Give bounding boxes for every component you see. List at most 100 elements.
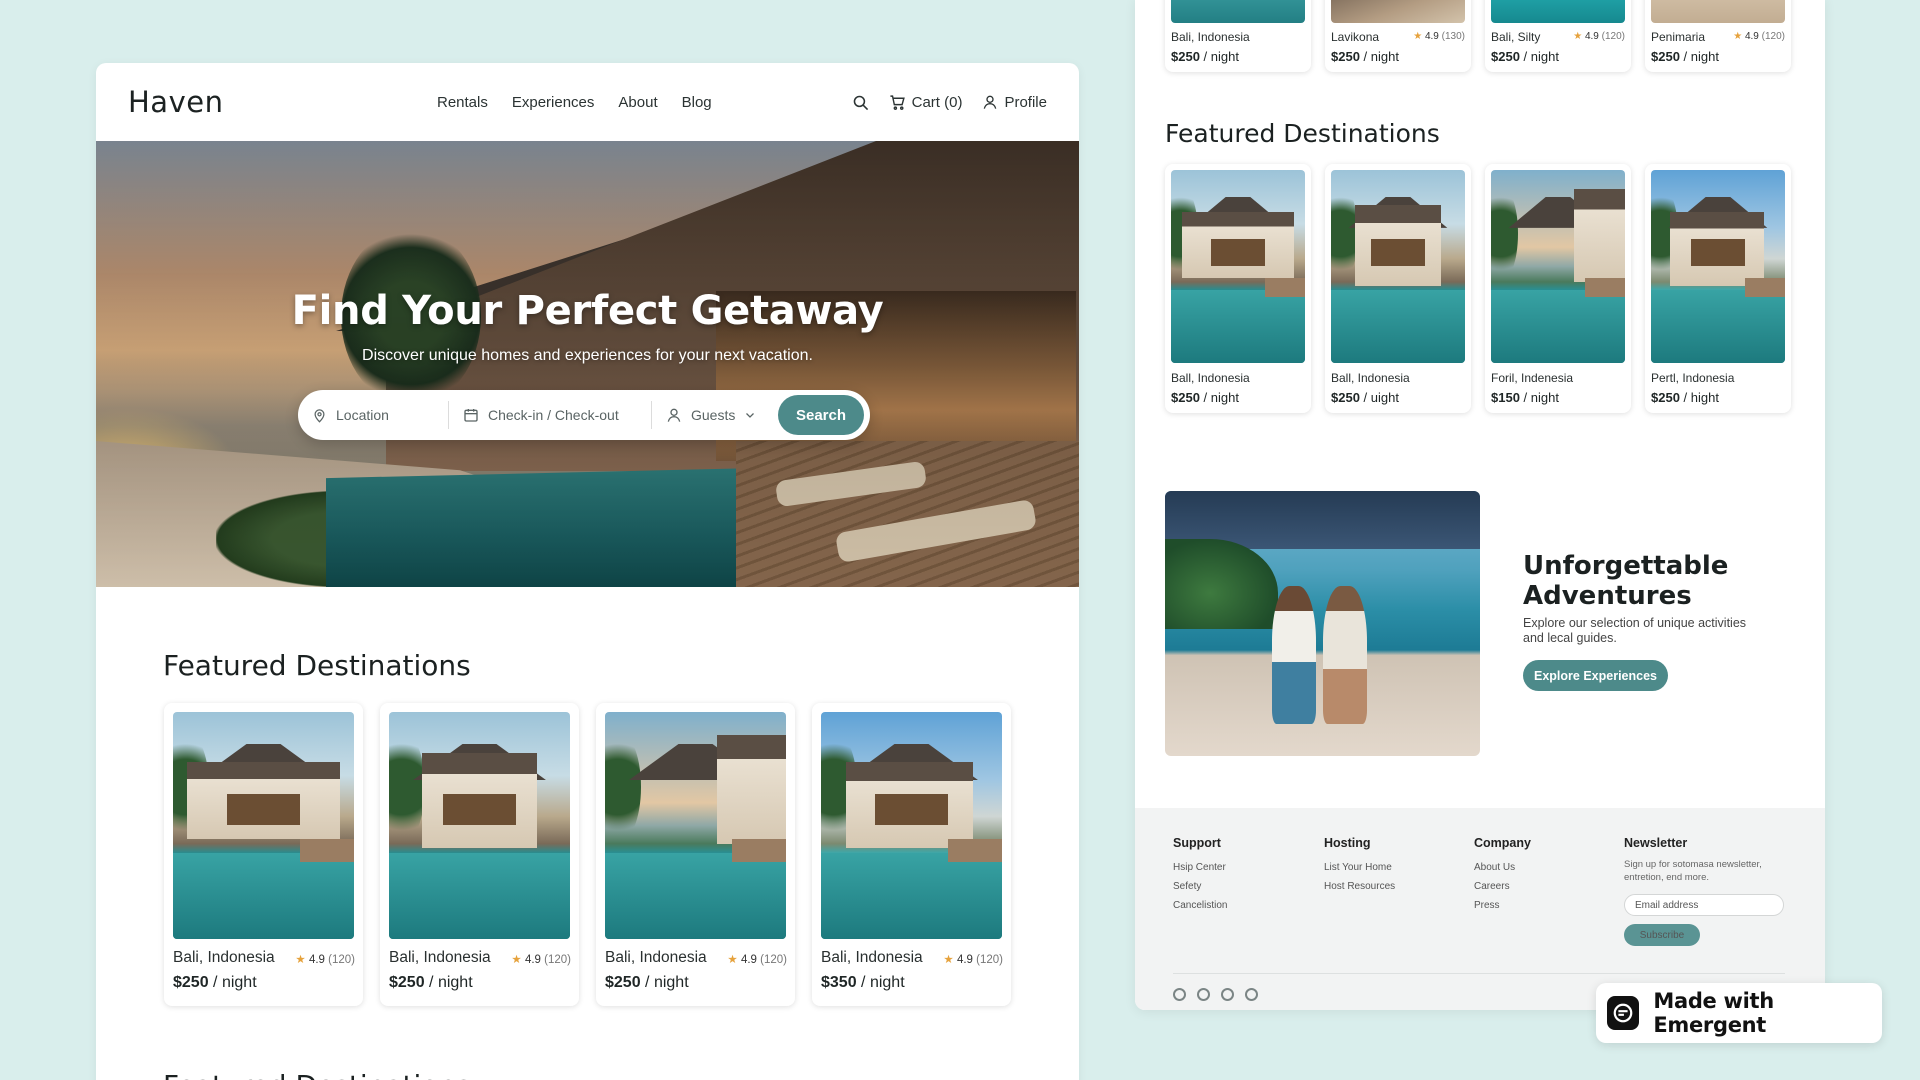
profile-label: Profile <box>1004 93 1047 111</box>
search-submit-button[interactable]: Search <box>778 395 864 435</box>
newsletter-email-input[interactable]: Email address <box>1624 894 1784 916</box>
destination-card[interactable]: Bali, Silty ★ 4.9 (120) $250 / night <box>1485 0 1631 72</box>
badge-label: Made with Emergent <box>1653 989 1774 1037</box>
footer-heading: Hosting <box>1324 836 1371 850</box>
destination-location: Bali, Indonesia <box>821 949 923 966</box>
nav-link-rentals[interactable]: Rentals <box>437 94 488 111</box>
cart-button[interactable]: Cart (0) <box>889 93 963 111</box>
made-with-emergent-badge[interactable]: Made with Emergent <box>1596 983 1882 1043</box>
location-field[interactable]: Location <box>298 400 448 430</box>
footer-link[interactable]: Hsip Center <box>1173 858 1227 877</box>
footer-link[interactable]: List Your Home <box>1324 858 1395 877</box>
rating-count: (120) <box>328 954 355 966</box>
destination-card[interactable]: Bali, Indonesia ★ 4.9 (120) $250 / night <box>164 703 363 1006</box>
destination-image <box>1331 0 1465 23</box>
destination-image <box>1171 0 1305 23</box>
price-unit: / night <box>213 974 257 991</box>
price-value: $350 <box>821 974 857 991</box>
destination-rating: ★ 4.9 (120) <box>1573 31 1625 42</box>
star-icon: ★ <box>511 954 522 966</box>
footer-link[interactable]: Cancelistion <box>1173 896 1227 915</box>
explore-experiences-button[interactable]: Explore Experiences <box>1523 660 1668 691</box>
price-value: $250 <box>1171 390 1200 405</box>
rating-value: 4.9 <box>956 954 973 966</box>
nav-actions: Cart (0) Profile <box>852 63 1047 141</box>
search-button[interactable] <box>852 94 869 111</box>
rating-value: 4.9 <box>308 954 325 966</box>
footer-link[interactable]: Careers <box>1474 877 1531 896</box>
destination-image <box>1651 0 1785 23</box>
dates-field[interactable]: Check-in / Check-out <box>449 400 651 430</box>
destination-location: Bali, Indonesia <box>389 949 491 966</box>
star-icon: ★ <box>727 954 738 966</box>
price-value: $250 <box>1651 49 1680 64</box>
search-bar: Location Check-in / Check-out Guests Sea… <box>298 390 870 440</box>
destination-rating: ★ 4.9 (120) <box>727 952 787 966</box>
rating-value: 4.9 <box>1424 31 1439 42</box>
destination-location: Bali, Silty <box>1491 30 1541 44</box>
destination-card[interactable]: Bali, Indonesia ★ 4.9 (120) $250 / night <box>596 703 795 1006</box>
footer-heading: Support <box>1173 836 1221 850</box>
destination-card[interactable]: Penimaria ★ 4.9 (120) $250 / night <box>1645 0 1791 72</box>
destination-card[interactable]: Pertl, Indonesia $250 / hight <box>1645 164 1791 413</box>
hero-title: Find Your Perfect Getaway <box>291 288 884 334</box>
price-value: $250 <box>389 974 425 991</box>
adventures-title: Unforgettable Adventures <box>1523 551 1729 611</box>
profile-button[interactable]: Profile <box>982 94 1047 111</box>
price-value: $250 <box>605 974 641 991</box>
nav-link-experiences[interactable]: Experiences <box>512 94 595 111</box>
instagram-icon[interactable] <box>1221 988 1234 1001</box>
user-icon <box>984 95 997 109</box>
destination-price: $250 / night <box>1331 49 1399 64</box>
price-unit: / night <box>1203 390 1239 405</box>
social-icon[interactable] <box>1245 988 1258 1001</box>
destination-price: $250 / night <box>1491 49 1559 64</box>
footer-link[interactable]: About Us <box>1474 858 1531 877</box>
destination-image <box>1491 0 1625 23</box>
destination-image <box>1171 170 1305 363</box>
price-value: $250 <box>173 974 209 991</box>
destination-card[interactable]: Ball, Indonesia $250 / uight <box>1325 164 1471 413</box>
destination-location: Lavikona <box>1331 30 1380 44</box>
destination-card[interactable]: Foril, Indenesia $150 / night <box>1485 164 1631 413</box>
price-unit: / uight <box>1363 390 1399 405</box>
nav-link-blog[interactable]: Blog <box>682 94 712 111</box>
destination-location: Ball, Indonesia <box>1171 371 1250 385</box>
price-unit: / night <box>429 974 473 991</box>
footer-link[interactable]: Press <box>1474 896 1531 915</box>
star-icon: ★ <box>943 954 954 966</box>
destination-image <box>1491 170 1625 363</box>
brand-logo[interactable]: Haven <box>128 85 223 119</box>
footer-column-support: Support Hsip Center Sefety Cancelistion <box>1173 836 1227 915</box>
footer-column-company: Company About Us Careers Press <box>1474 836 1531 915</box>
footer-link[interactable]: Sefety <box>1173 877 1227 896</box>
destination-rating: ★ 4.9 (130) <box>1413 31 1465 42</box>
footer-link[interactable]: Host Resources <box>1324 877 1395 896</box>
destination-card[interactable]: Bali, Indonesia $250 / night <box>1165 0 1311 72</box>
cart-label: Cart (0) <box>911 93 963 111</box>
footer-heading: Company <box>1474 836 1531 850</box>
destination-price: $250 / night <box>389 974 473 992</box>
top-navigation: Haven Rentals Experiences About Blog Car… <box>96 63 1079 141</box>
destination-card[interactable]: Bali, Indonesia ★ 4.9 (120) $250 / night <box>380 703 579 1006</box>
rating-count: (120) <box>976 954 1003 966</box>
footer-newsletter: Newsletter Sign up for sotomasa newslett… <box>1624 836 1784 946</box>
guests-select[interactable]: Guests <box>652 400 772 430</box>
chevron-down-icon <box>746 413 755 418</box>
hero-banner: Find Your Perfect Getaway Discover uniqu… <box>96 141 1079 587</box>
facebook-icon[interactable] <box>1173 988 1186 1001</box>
search-icon <box>853 95 868 110</box>
subscribe-button[interactable]: Subscribe <box>1624 924 1700 946</box>
price-value: $250 <box>1171 49 1200 64</box>
adventures-description: Explore our selection of unique activiti… <box>1523 616 1747 645</box>
nav-link-about[interactable]: About <box>618 94 657 111</box>
destination-price: $250 / night <box>1651 49 1719 64</box>
destination-card[interactable]: Lavikona ★ 4.9 (130) $250 / night <box>1325 0 1471 72</box>
destination-location: Foril, Indenesia <box>1491 371 1574 385</box>
price-value: $250 <box>1491 49 1520 64</box>
location-placeholder: Location <box>336 407 389 423</box>
destination-card[interactable]: Ball, Indonesia $250 / night <box>1165 164 1311 413</box>
main-nav-links: Rentals Experiences About Blog <box>437 63 712 141</box>
destination-card[interactable]: Bali, Indonesia ★ 4.9 (120) $350 / night <box>812 703 1011 1006</box>
social-icon[interactable] <box>1197 988 1210 1001</box>
